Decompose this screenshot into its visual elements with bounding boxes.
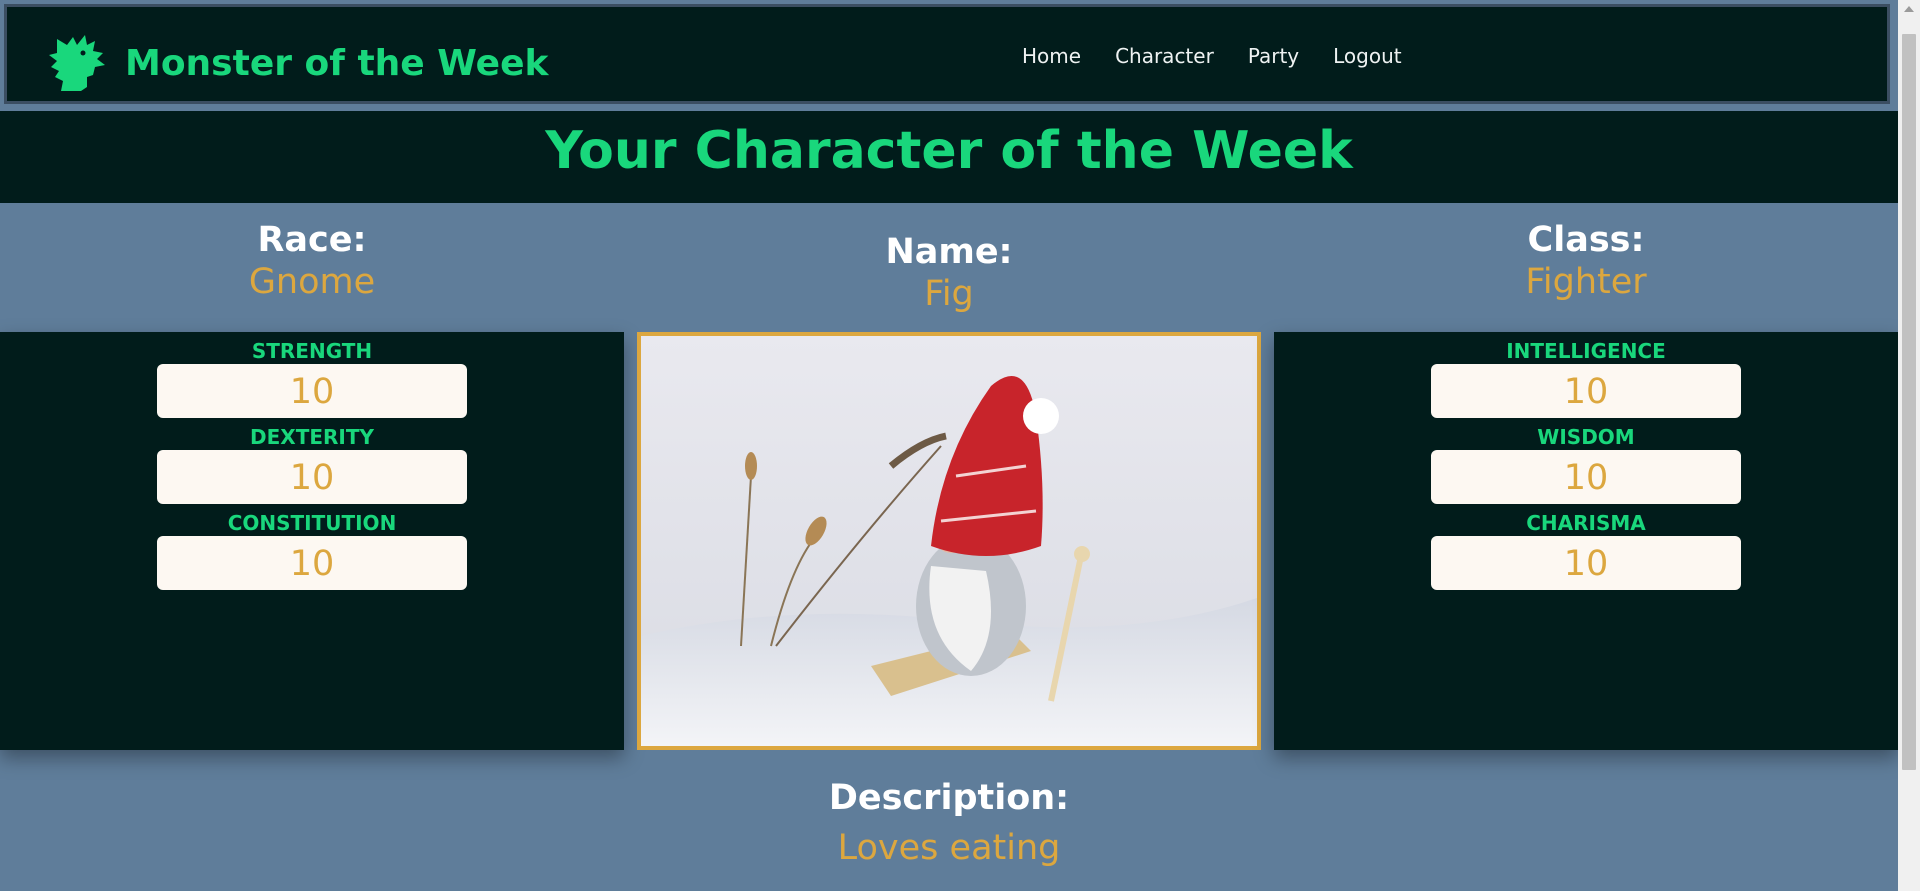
stat-label: INTELLIGENCE bbox=[1506, 339, 1666, 363]
wisdom-value[interactable]: 10 bbox=[1431, 450, 1741, 504]
stats-panel-right: INTELLIGENCE 10 WISDOM 10 CHARISMA 10 bbox=[1274, 332, 1898, 750]
name-value: Fig bbox=[924, 274, 974, 314]
stat-label: STRENGTH bbox=[251, 339, 373, 363]
app-title: Monster of the Week bbox=[125, 42, 549, 84]
class-value: Fighter bbox=[1525, 262, 1647, 302]
stat-intelligence: INTELLIGENCE 10 bbox=[1274, 338, 1898, 418]
stat-label: CHARISMA bbox=[1526, 511, 1646, 535]
nav-home-link[interactable]: Home bbox=[1022, 44, 1081, 68]
stats-panel-left: STRENGTH 10 DEXTERITY 10 CONSTITUTION 10 bbox=[0, 332, 624, 750]
dragon-head-icon bbox=[47, 31, 109, 95]
class-label: Class: bbox=[1527, 220, 1645, 260]
page: Monster of the Week Home Character Party… bbox=[0, 0, 1898, 891]
stat-label: DEXTERITY bbox=[250, 425, 374, 449]
page-heading: Your Character of the Week bbox=[545, 121, 1353, 181]
nav-logout-link[interactable]: Logout bbox=[1333, 44, 1401, 68]
scroll-up-icon[interactable] bbox=[1904, 6, 1914, 12]
description-block: Description: Loves eating bbox=[0, 776, 1898, 876]
navbar: Monster of the Week Home Character Party… bbox=[4, 4, 1890, 104]
intelligence-value[interactable]: 10 bbox=[1431, 364, 1741, 418]
stat-strength: STRENGTH 10 bbox=[0, 338, 624, 418]
description-label: Description: bbox=[828, 778, 1070, 818]
race-label: Race: bbox=[257, 220, 367, 260]
dexterity-value[interactable]: 10 bbox=[157, 450, 467, 504]
stat-wisdom: WISDOM 10 bbox=[1274, 424, 1898, 504]
brand[interactable]: Monster of the Week bbox=[47, 31, 548, 95]
stat-dexterity: DEXTERITY 10 bbox=[0, 424, 624, 504]
stat-charisma: CHARISMA 10 bbox=[1274, 510, 1898, 590]
stat-label: WISDOM bbox=[1537, 425, 1635, 449]
gnome-image bbox=[641, 336, 1257, 746]
vertical-scrollbar[interactable] bbox=[1898, 0, 1920, 891]
race-value: Gnome bbox=[248, 262, 376, 302]
character-portrait bbox=[637, 332, 1261, 750]
name-label: Name: bbox=[885, 232, 1013, 272]
name-block: Name: Fig bbox=[637, 232, 1261, 316]
race-block: Race: Gnome bbox=[0, 220, 624, 304]
class-block: Class: Fighter bbox=[1274, 220, 1898, 304]
charisma-value[interactable]: 10 bbox=[1431, 536, 1741, 590]
stat-label: CONSTITUTION bbox=[227, 511, 397, 535]
description-value: Loves eating bbox=[837, 828, 1061, 868]
constitution-value[interactable]: 10 bbox=[157, 536, 467, 590]
stat-constitution: CONSTITUTION 10 bbox=[0, 510, 624, 590]
scrollbar-thumb[interactable] bbox=[1902, 34, 1916, 770]
main-nav: Home Character Party Logout bbox=[1022, 44, 1402, 68]
nav-party-link[interactable]: Party bbox=[1248, 44, 1299, 68]
hero-banner: Your Character of the Week bbox=[0, 111, 1898, 203]
strength-value[interactable]: 10 bbox=[157, 364, 467, 418]
nav-character-link[interactable]: Character bbox=[1115, 44, 1214, 68]
